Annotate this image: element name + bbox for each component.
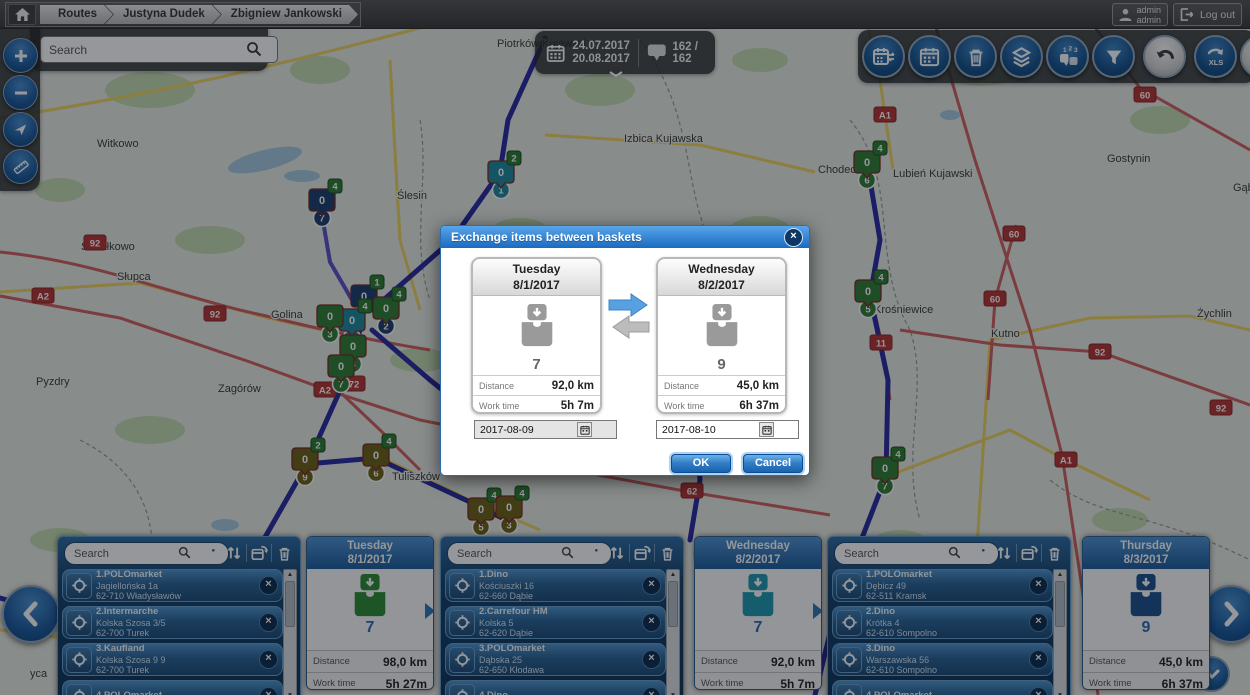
basket-day: Tuesday — [473, 261, 600, 277]
worktime-value: 5h 7m — [561, 400, 594, 412]
left-date-picker-button[interactable] — [577, 422, 592, 437]
basket-icon — [658, 296, 785, 356]
dialog-header[interactable]: Exchange items between baskets — [441, 226, 809, 248]
basket-date: 8/2/2017 — [658, 277, 785, 293]
basket-card-left[interactable]: Tuesday8/1/2017 7 Distance 92,0 km Work t… — [471, 257, 602, 414]
distance-label: Distance — [664, 381, 699, 391]
basket-icon — [473, 296, 600, 356]
basket-card-right[interactable]: Wednesday8/2/2017 9 Distance 45,0 km Work… — [656, 257, 787, 414]
basket-day: Wednesday — [658, 261, 785, 277]
close-button[interactable]: × — [784, 228, 803, 247]
dialog-title: Exchange items between baskets — [451, 230, 642, 244]
right-date-picker-button[interactable] — [759, 422, 774, 437]
exchange-arrows-icon — [607, 292, 651, 340]
basket-count: 9 — [658, 356, 785, 375]
distance-label: Distance — [479, 381, 514, 391]
distance-value: 92,0 km — [552, 380, 594, 392]
distance-value: 45,0 km — [737, 380, 779, 392]
exchange-baskets-dialog: Exchange items between baskets × Tuesday… — [440, 225, 810, 476]
cancel-button[interactable]: Cancel — [743, 454, 803, 473]
ok-button[interactable]: OK — [671, 454, 731, 473]
worktime-label: Work time — [664, 401, 704, 411]
right-date-input[interactable] — [656, 420, 799, 439]
left-date-input[interactable] — [474, 420, 617, 439]
worktime-value: 6h 37m — [739, 400, 779, 412]
app-window: Piotrków KujawskiWitkowoIzbica KujawskaC… — [0, 0, 1250, 695]
worktime-label: Work time — [479, 401, 519, 411]
basket-count: 7 — [473, 356, 600, 375]
basket-date: 8/1/2017 — [473, 277, 600, 293]
